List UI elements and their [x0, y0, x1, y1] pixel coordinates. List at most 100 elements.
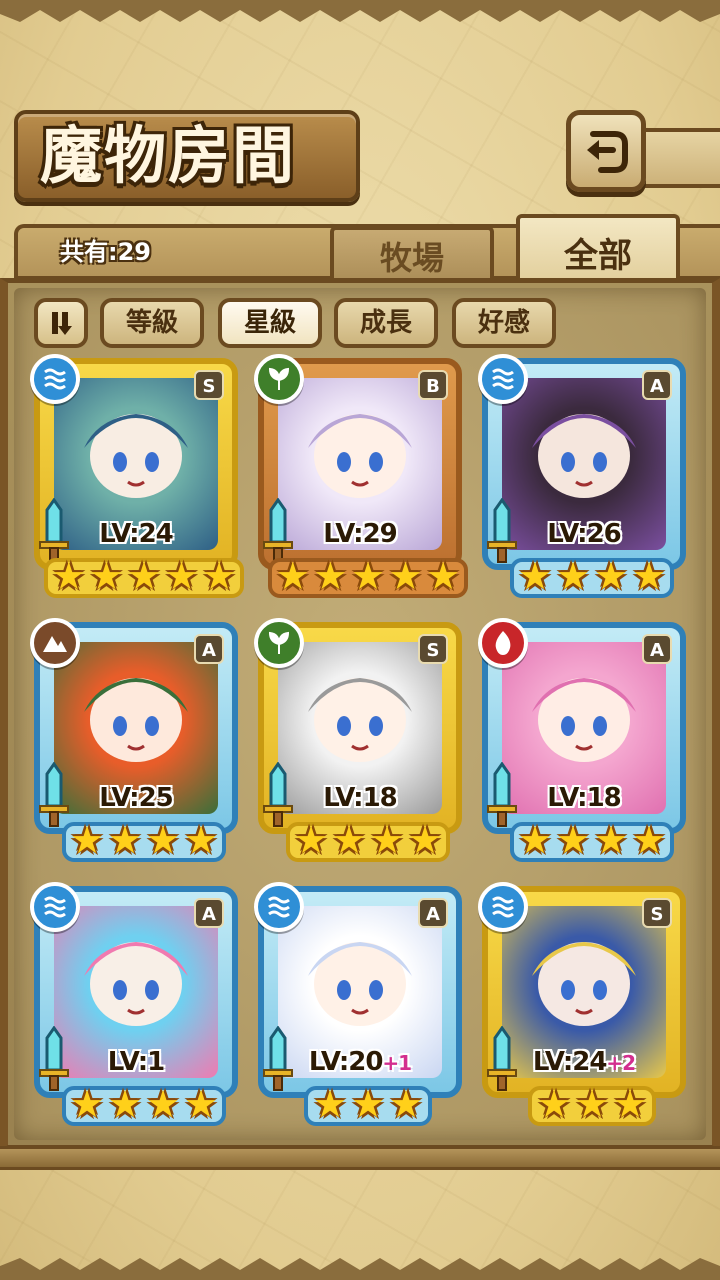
- level-value: LV:24: [99, 519, 174, 549]
- rank-badge: A: [642, 634, 672, 664]
- star-icon: ★: [388, 1082, 424, 1126]
- level-value: LV:25: [99, 783, 174, 813]
- monster-card[interactable]: A LV:18 ★ ★ ★ ★: [478, 618, 686, 862]
- star-icon: ★: [369, 818, 405, 862]
- star-rating: ★ ★ ★ ★: [482, 818, 686, 862]
- monster-level: LV:20+1: [280, 1044, 440, 1080]
- star-rating: ★ ★ ★ ★ ★: [258, 554, 462, 598]
- monster-level: LV:26: [504, 516, 664, 552]
- star-icon: ★: [89, 554, 124, 598]
- monster-level: LV:29: [280, 516, 440, 552]
- rank-badge: S: [194, 370, 224, 400]
- star-icon: ★: [517, 554, 553, 598]
- sort-by-level-button[interactable]: 等級: [100, 298, 204, 348]
- star-icon: ★: [388, 554, 423, 598]
- page-title: 魔物房間: [40, 119, 297, 192]
- monster-card[interactable]: A LV:25 ★ ★ ★ ★: [30, 618, 238, 862]
- monster-level: LV:18: [280, 780, 440, 816]
- star-icon: ★: [350, 554, 386, 598]
- star-icon: ★: [69, 1082, 105, 1126]
- star-icon: ★: [275, 554, 310, 598]
- star-icon: ★: [164, 554, 199, 598]
- star-icon: ★: [536, 1082, 572, 1126]
- monster-card[interactable]: B LV:29 ★ ★ ★ ★ ★: [254, 354, 468, 598]
- fire-element-icon: [478, 618, 528, 668]
- star-icon: ★: [145, 818, 181, 862]
- monster-card[interactable]: A LV:1 ★ ★ ★ ★: [30, 882, 238, 1126]
- return-arrow-icon: [587, 131, 628, 173]
- level-value: LV:18: [323, 783, 398, 813]
- star-icon: ★: [202, 554, 237, 598]
- tab-pasture[interactable]: 牧場: [330, 226, 494, 286]
- sort-by-stars-button[interactable]: 星級: [218, 298, 322, 348]
- wood-element-icon: [254, 354, 304, 404]
- rank-badge: A: [418, 898, 448, 928]
- rank-badge: A: [194, 634, 224, 664]
- star-rating: ★ ★ ★: [258, 1082, 462, 1126]
- star-icon: ★: [426, 554, 461, 598]
- monster-level: LV:24: [56, 516, 216, 552]
- top-torn-edge: [0, 0, 720, 22]
- water-element-icon: [478, 354, 528, 404]
- star-icon: ★: [126, 554, 162, 598]
- star-icon: ★: [631, 818, 667, 862]
- water-element-icon: [478, 882, 528, 932]
- monster-card[interactable]: A LV:26 ★ ★ ★ ★: [478, 354, 686, 598]
- star-icon: ★: [313, 554, 348, 598]
- star-icon: ★: [145, 1082, 181, 1126]
- water-element-icon: [254, 882, 304, 932]
- star-icon: ★: [293, 818, 329, 862]
- star-icon: ★: [69, 818, 105, 862]
- star-icon: ★: [183, 818, 219, 862]
- monster-card[interactable]: S LV:18 ★ ★ ★ ★: [254, 618, 462, 862]
- star-rating: ★ ★ ★ ★: [258, 818, 462, 862]
- monster-count: 共有:29: [60, 238, 151, 266]
- star-icon: ★: [312, 1082, 348, 1126]
- level-value: LV:18: [547, 783, 622, 813]
- star-icon: ★: [350, 1082, 386, 1126]
- level-value: LV:20: [308, 1047, 384, 1077]
- water-element-icon: [30, 354, 80, 404]
- star-icon: ★: [183, 1082, 219, 1126]
- level-value: LV:26: [547, 519, 622, 549]
- sort-by-affection-button[interactable]: 好感: [452, 298, 556, 348]
- rank-badge: S: [418, 634, 448, 664]
- star-icon: ★: [407, 818, 443, 862]
- panel-bottom-rail: [0, 1146, 720, 1170]
- star-icon: ★: [555, 818, 591, 862]
- back-button[interactable]: [566, 110, 646, 192]
- level-value: LV:29: [323, 519, 398, 549]
- rank-badge: S: [642, 898, 672, 928]
- rank-badge: A: [642, 370, 672, 400]
- rank-badge: B: [418, 370, 448, 400]
- star-rating: ★ ★ ★ ★: [34, 818, 238, 862]
- star-icon: ★: [517, 818, 553, 862]
- star-icon: ★: [593, 818, 629, 862]
- monster-level: LV:1: [56, 1044, 216, 1080]
- monster-level: LV:25: [56, 780, 216, 816]
- level-value: LV:1: [107, 1047, 165, 1077]
- monster-card[interactable]: S LV:24+2 ★ ★ ★: [478, 882, 686, 1126]
- sort-order-toggle[interactable]: [34, 298, 88, 348]
- star-icon: ★: [331, 818, 367, 862]
- star-icon: ★: [555, 554, 591, 598]
- wood-element-icon: [254, 618, 304, 668]
- star-icon: ★: [612, 1082, 648, 1126]
- back-button-rail: [636, 128, 720, 188]
- monster-card[interactable]: A LV:20+1 ★ ★ ★: [254, 882, 462, 1126]
- star-rating: ★ ★ ★ ★: [34, 1082, 238, 1126]
- level-bonus: +1: [382, 1051, 412, 1075]
- level-bonus: +2: [606, 1051, 636, 1075]
- sort-by-growth-button[interactable]: 成長: [334, 298, 438, 348]
- star-rating: ★ ★ ★ ★ ★: [34, 554, 238, 598]
- star-rating: ★ ★ ★: [482, 1082, 686, 1126]
- earth-element-icon: [30, 618, 80, 668]
- star-icon: ★: [593, 554, 629, 598]
- level-value: LV:24: [532, 1047, 608, 1077]
- sort-order-toggle-icon: [52, 312, 72, 335]
- monster-level: LV:24+2: [504, 1044, 664, 1080]
- star-icon: ★: [107, 818, 143, 862]
- bottom-torn-edge: [0, 1258, 720, 1280]
- monster-card[interactable]: S LV:24 ★ ★ ★ ★ ★: [30, 354, 244, 598]
- monster-level: LV:18: [504, 780, 664, 816]
